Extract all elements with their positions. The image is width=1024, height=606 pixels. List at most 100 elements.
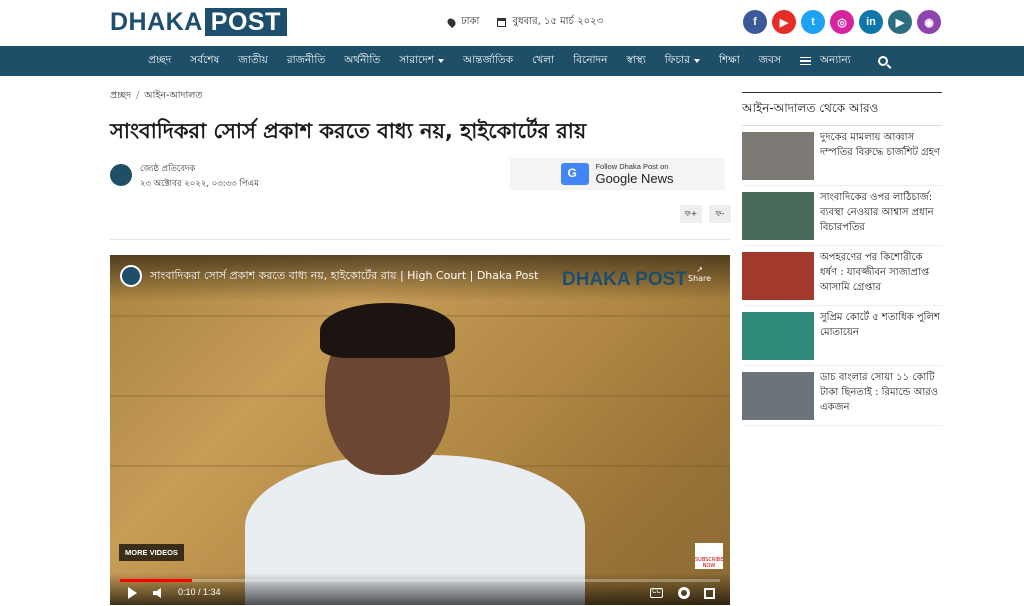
social-links: f ▶ t ◎ in ▶ ◉ xyxy=(743,10,941,34)
volume-icon[interactable] xyxy=(153,588,161,598)
share-label: Share xyxy=(688,274,712,283)
nav-item-label: স্বাস্থ্য xyxy=(626,53,646,66)
channel-logo-icon[interactable] xyxy=(120,265,142,287)
video-watermark: DHAKA POST xyxy=(562,269,687,290)
author-avatar xyxy=(110,164,132,186)
chevron-down-icon xyxy=(693,59,700,63)
play-icon[interactable] xyxy=(128,587,137,599)
sidebar-news-item[interactable]: সুপ্রিম কোর্টে ৫ শতাধিক পুলিশ মোতায়েন xyxy=(742,306,942,366)
nav-item-label: আন্তর্জাতিক xyxy=(463,53,514,66)
gnews-follow-text: Follow Dhaka Post on xyxy=(595,162,669,171)
captions-icon[interactable]: CC xyxy=(650,588,663,598)
subscribe-badge[interactable]: SUBSCRIBE NOW xyxy=(695,543,723,569)
share-icon: ↗ xyxy=(696,265,703,274)
news-thumbnail[interactable] xyxy=(742,252,814,300)
nav-item-label: রাজনীতি xyxy=(286,53,326,66)
gnews-name: Google News xyxy=(595,171,674,186)
more-videos-button[interactable]: MORE VIDEOS xyxy=(119,544,184,561)
logo-text-left: DHAKA xyxy=(110,7,203,36)
news-title[interactable]: দুদকের মামলায় আব্বাস দম্পতির বিরুদ্ধে চ… xyxy=(820,130,942,160)
breadcrumb-section[interactable]: আইন-আদালত xyxy=(144,90,202,101)
divider xyxy=(110,239,730,240)
nav-item-7[interactable]: খেলা xyxy=(532,53,554,70)
news-title[interactable]: অপহরণের পর কিশোরীকে ধর্ষণ : যাবজ্জীবন সা… xyxy=(820,250,942,295)
nav-item-label: ফিচার xyxy=(664,53,690,66)
podcast-icon[interactable]: ◉ xyxy=(917,10,941,34)
hamburger-menu-icon xyxy=(799,56,811,66)
google-news-follow[interactable]: Follow Dhaka Post on Google News xyxy=(510,158,725,190)
nav-item-3[interactable]: রাজনীতি xyxy=(287,53,325,70)
sidebar-list: দুদকের মামলায় আব্বাস দম্পতির বিরুদ্ধে চ… xyxy=(742,126,942,426)
breadcrumb-separator: / xyxy=(136,90,140,101)
settings-gear-icon[interactable] xyxy=(678,587,690,599)
nav-item-11[interactable]: শিক্ষা xyxy=(719,53,740,70)
fullscreen-icon[interactable] xyxy=(704,588,715,599)
location-text: ঢাকা xyxy=(461,16,480,27)
nav-item-6[interactable]: আন্তর্জাতিক xyxy=(463,53,513,70)
main-nav: প্রচ্ছদ সর্বশেষ জাতীয় রাজনীতি অর্থনীতি সারাদ… xyxy=(0,46,1024,76)
news-title[interactable]: ডাচ বাংলার সোয়া ১১ কোটি টাকা ছিনতাই : র… xyxy=(820,370,942,415)
news-title[interactable]: সুপ্রিম কোর্টে ৫ শতাধিক পুলিশ মোতায়েন xyxy=(820,310,942,340)
related-sidebar: আইন-আদালত থেকে আরও দুদকের মামলায় আব্বাস… xyxy=(742,92,942,426)
news-thumbnail[interactable] xyxy=(742,312,814,360)
breadcrumb: প্রচ্ছদ / আইন-আদালত xyxy=(110,89,202,104)
nav-item-8[interactable]: বিনোদন xyxy=(573,53,607,70)
news-thumbnail[interactable] xyxy=(742,192,814,240)
sidebar-news-item[interactable]: ডাচ বাংলার সোয়া ১১ কোটি টাকা ছিনতাই : র… xyxy=(742,366,942,426)
nav-item-10[interactable]: ফিচার xyxy=(665,53,700,70)
font-increase-button[interactable]: ফ+ xyxy=(680,205,702,223)
news-thumbnail[interactable] xyxy=(742,132,814,180)
sidebar-heading: আইন-আদালত থেকে আরও xyxy=(742,92,942,126)
top-header: DHAKA POST ঢাকা বুধবার, ১৫ মার্চ ২০২৩ f ▶… xyxy=(0,0,1024,46)
instagram-icon[interactable]: ◎ xyxy=(830,10,854,34)
google-news-icon xyxy=(561,163,590,185)
nav-item-label: জবস xyxy=(758,53,781,66)
nav-item-5[interactable]: সারাদেশ xyxy=(399,53,444,70)
author-name[interactable]: জ্যেষ্ঠ প্রতিবেদক xyxy=(140,162,195,176)
news-title[interactable]: সাংবাদিকের ওপর লাঠিচার্জ: ব্যবস্থা নেওয়… xyxy=(820,190,942,235)
nav-item-label: জাতীয় xyxy=(238,53,268,66)
nav-item-label: শিক্ষা xyxy=(718,53,740,66)
breadcrumb-home[interactable]: প্রচ্ছদ xyxy=(110,90,131,101)
font-size-controls: ফ+ ফ- xyxy=(680,205,731,223)
logo-text-right: POST xyxy=(204,8,287,36)
share-button[interactable]: ↗ Share xyxy=(688,265,711,283)
header-meta: ঢাকা বুধবার, ১৫ মার্চ ২০২৩ xyxy=(445,14,604,31)
sidebar-news-item[interactable]: সাংবাদিকের ওপর লাঠিচার্জ: ব্যবস্থা নেওয়… xyxy=(742,186,942,246)
news-thumbnail[interactable] xyxy=(742,372,814,420)
video-progress-bar[interactable] xyxy=(120,579,720,582)
sidebar-news-item[interactable]: অপহরণের পর কিশোরীকে ধর্ষণ : যাবজ্জীবন সা… xyxy=(742,246,942,306)
nav-item-label: খেলা xyxy=(532,53,555,66)
nav-item-9[interactable]: স্বাস্থ্য xyxy=(626,53,645,70)
sidebar-news-item[interactable]: দুদকের মামলায় আব্বাস দম্পতির বিরুদ্ধে চ… xyxy=(742,126,942,186)
video-controls: 0:10 / 1:34 CC xyxy=(110,573,730,605)
google-play-icon[interactable]: ▶ xyxy=(888,10,912,34)
article-headline: সাংবাদিকরা সোর্স প্রকাশ করতে বাধ্য নয়, … xyxy=(110,119,587,143)
date-text: বুধবার, ১৫ মার্চ ২০২৩ xyxy=(512,16,604,27)
font-decrease-button[interactable]: ফ- xyxy=(709,205,731,223)
facebook-icon[interactable]: f xyxy=(743,10,767,34)
video-title[interactable]: সাংবাদিকরা সোর্স প্রকাশ করতে বাধ্য নয়, … xyxy=(150,267,538,286)
nav-item-13[interactable]: অন্যান্য xyxy=(799,53,851,70)
site-logo[interactable]: DHAKA POST xyxy=(110,8,287,36)
chevron-down-icon xyxy=(438,59,444,63)
nav-item-label: বিনোদন xyxy=(573,53,608,66)
video-progress-fill xyxy=(120,579,192,582)
publish-date: ২৩ অক্টোবর ২০২২, ০৩:৩৩ পিএম xyxy=(140,179,259,189)
nav-item-4[interactable]: অর্থনীতি xyxy=(344,53,380,70)
nav-item-1[interactable]: সর্বশেষ xyxy=(190,53,219,70)
nav-item-label: অর্থনীতি xyxy=(344,53,381,66)
nav-item-12[interactable]: জবস xyxy=(759,53,781,70)
search-icon[interactable] xyxy=(877,56,888,66)
location-pin-icon xyxy=(445,16,458,29)
nav-item-0[interactable]: প্রচ্ছদ xyxy=(148,53,171,70)
nav-item-label: প্রচ্ছদ xyxy=(148,53,172,66)
twitter-icon[interactable]: t xyxy=(801,10,825,34)
calendar-icon xyxy=(497,18,507,27)
nav-item-2[interactable]: জাতীয় xyxy=(238,53,268,70)
youtube-icon[interactable]: ▶ xyxy=(772,10,796,34)
nav-item-label: সারাদেশ xyxy=(399,53,434,66)
nav-item-label: অন্যান্য xyxy=(819,53,851,66)
linkedin-icon[interactable]: in xyxy=(859,10,883,34)
video-player[interactable]: সাংবাদিকরা সোর্স প্রকাশ করতে বাধ্য নয়, … xyxy=(110,255,730,605)
